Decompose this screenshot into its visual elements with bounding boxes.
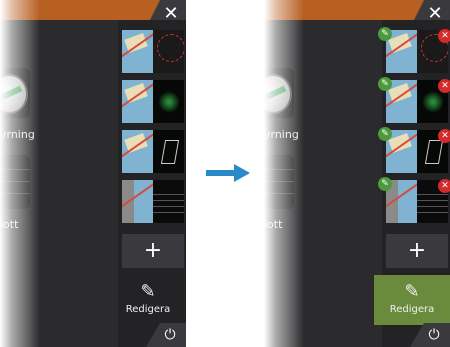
power-icon: ⏻ [164, 327, 176, 343]
power-icon: ⏻ [428, 327, 440, 343]
home-panel-before: ✕ yrning lott + ✎ Redigera ⏻ [0, 0, 186, 347]
add-favorite-button[interactable]: + [386, 234, 448, 268]
pencil-icon: ✎ [404, 281, 420, 302]
edit-label: Redigera [389, 304, 435, 315]
wrench-icon[interactable]: ✎ [378, 77, 392, 91]
remove-icon[interactable]: ✕ [438, 179, 450, 193]
fade-overlay [0, 0, 40, 347]
fade-overlay [264, 0, 304, 347]
edit-label: Redigera [125, 304, 171, 315]
wrench-icon[interactable]: ✎ [378, 177, 392, 191]
home-panel-after: ✕ yrning lott ✎ ✕ ✎ ✕ ✎ ✕ ✎ ✕ + ✎ Redige… [264, 0, 450, 347]
favorite-tile-chart-navigation[interactable] [122, 130, 184, 173]
edit-button-active[interactable]: ✎ Redigera [374, 275, 450, 325]
arrow-right-icon [206, 164, 250, 182]
plus-icon: + [407, 238, 427, 263]
plus-icon: + [143, 238, 163, 263]
add-favorite-button[interactable]: + [122, 234, 184, 268]
remove-icon[interactable]: ✕ [438, 29, 450, 43]
remove-icon[interactable]: ✕ [438, 79, 450, 93]
favorite-tile-chart-plotter[interactable] [122, 180, 184, 223]
wrench-icon[interactable]: ✎ [378, 27, 392, 41]
remove-icon[interactable]: ✕ [438, 129, 450, 143]
favorite-tile-chart-compass[interactable] [122, 30, 184, 73]
wrench-icon[interactable]: ✎ [378, 127, 392, 141]
pencil-icon: ✎ [140, 281, 156, 302]
favorite-tile-chart-sonar[interactable] [122, 80, 184, 123]
edit-button[interactable]: ✎ Redigera [110, 275, 186, 325]
